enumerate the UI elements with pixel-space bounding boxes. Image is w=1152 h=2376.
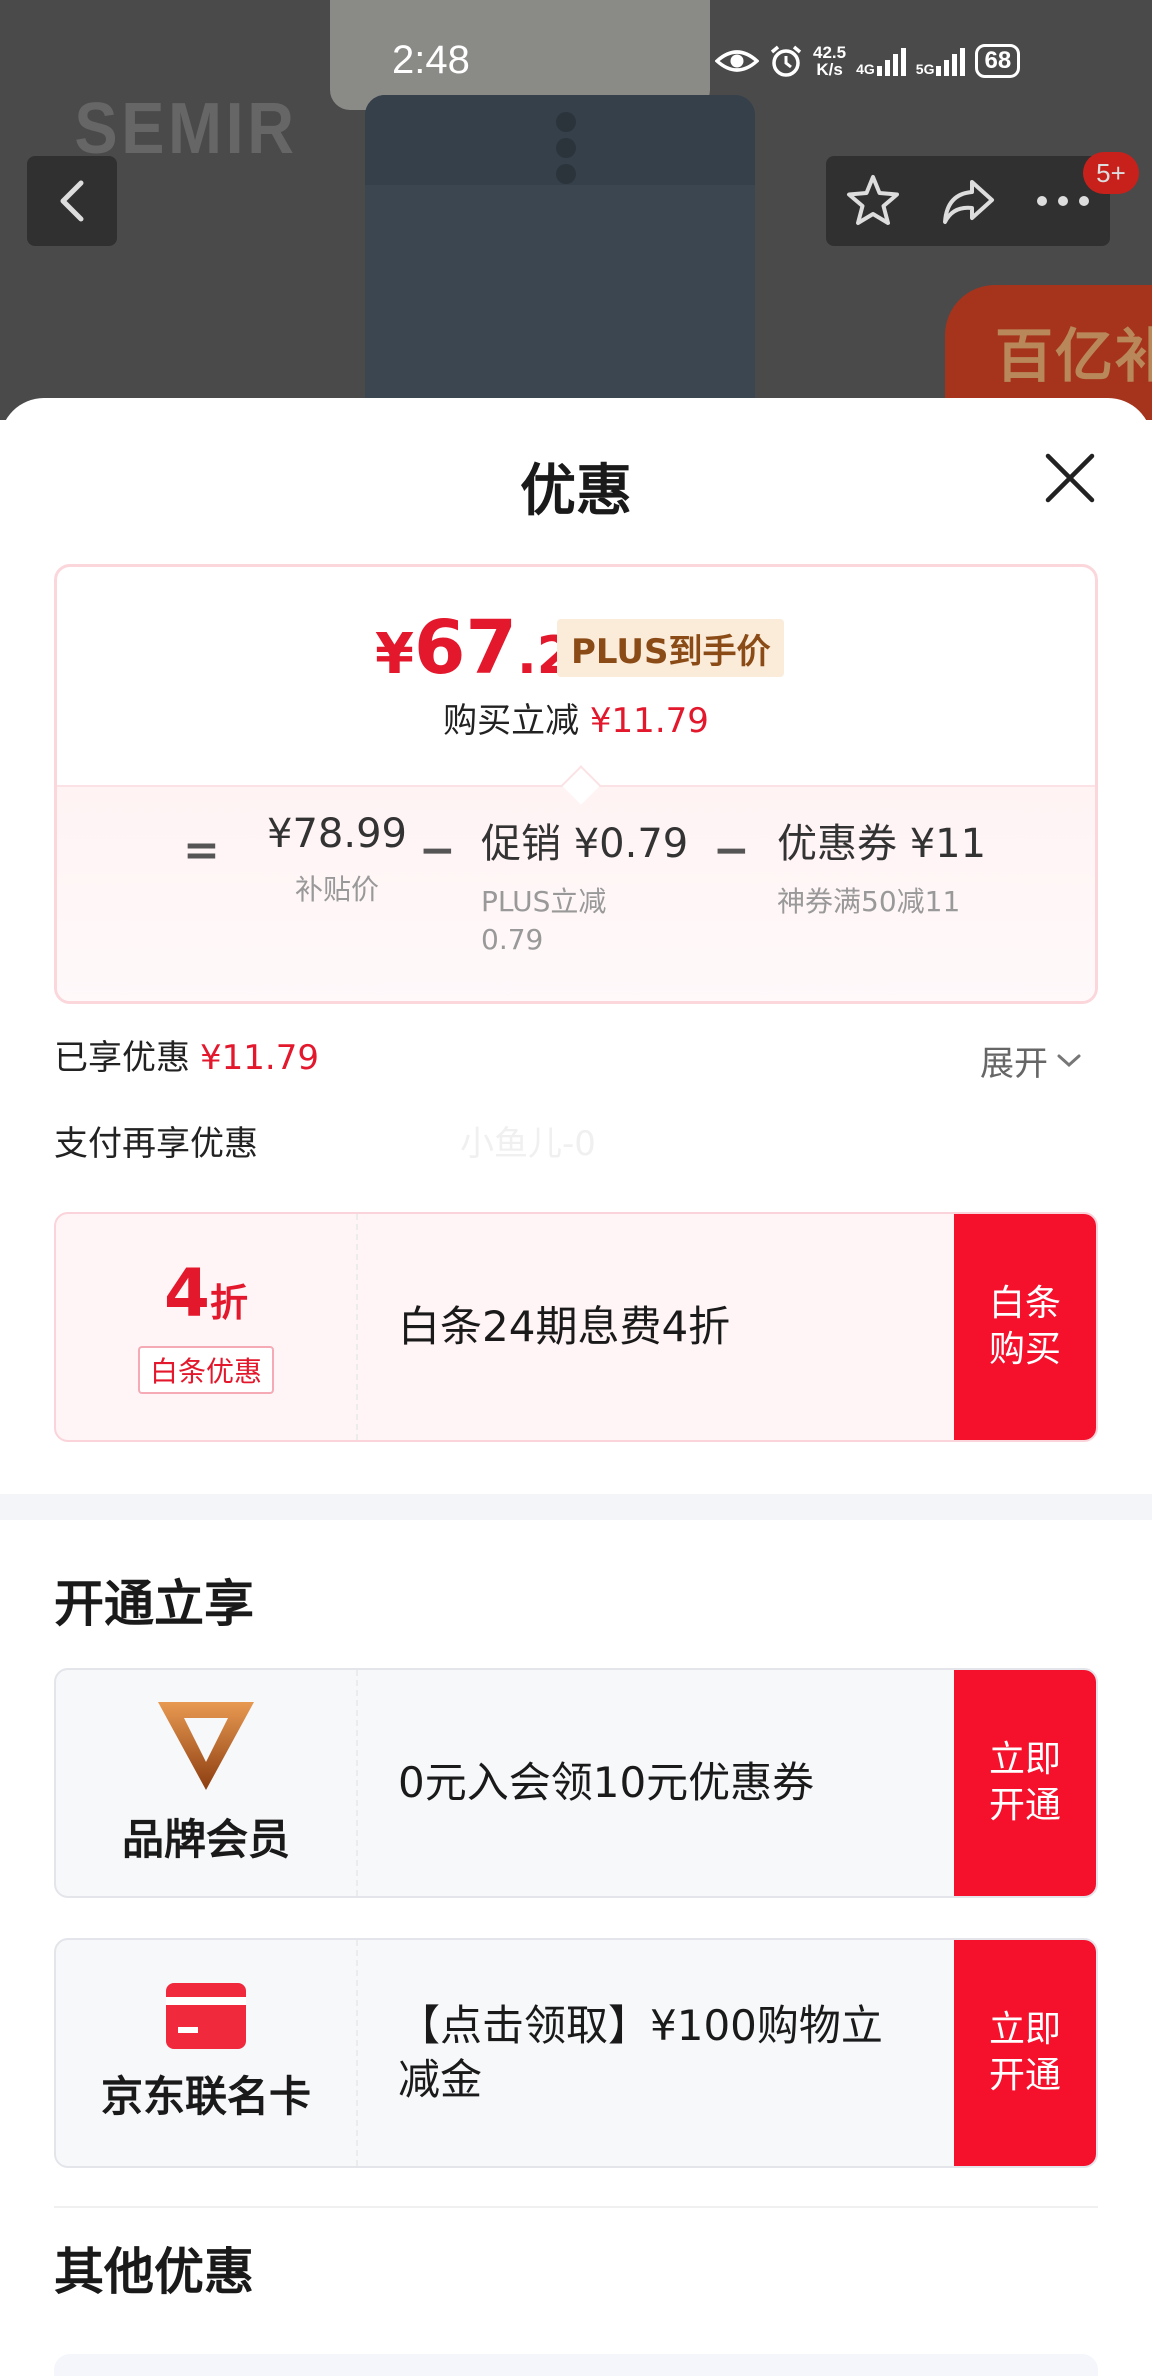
top-action-group xyxy=(826,156,1110,246)
jd-card-badge: 京东联名卡 xyxy=(56,1940,358,2166)
discount-sheet: 优惠 ¥67.2 PLUS到手价 购买立减 ¥11.79 = ¥78.99 补贴… xyxy=(0,398,1152,2376)
brand-member-name: 品牌会员 xyxy=(121,1814,290,1864)
net-speed: 42.5 K/s xyxy=(813,43,847,79)
jd-card-open-button[interactable]: 立即开通 xyxy=(954,1940,1096,2166)
jd-card-name: 京东联名卡 xyxy=(100,2071,311,2121)
sheet-title: 优惠 xyxy=(520,459,632,524)
jeans-button xyxy=(556,112,576,132)
base-price: ¥78.99 补贴价 xyxy=(267,811,407,906)
jeans-button xyxy=(556,138,576,158)
equals-sign: = xyxy=(183,825,220,876)
signal-5g: 5G xyxy=(916,46,966,76)
other-section-title: 其他优惠 xyxy=(54,2243,254,2301)
enjoyed-discount: 已享优惠 ¥11.79 xyxy=(54,1038,319,1078)
brand-member-badge: 品牌会员 xyxy=(56,1670,358,1896)
coupon-discount: 优惠券 ¥11 神券满50减11 xyxy=(777,821,987,918)
open-section-title: 开通立享 xyxy=(54,1575,254,1633)
price-summary-card: ¥67.2 PLUS到手价 购买立减 ¥11.79 = ¥78.99 补贴价 −… xyxy=(54,564,1098,1004)
status-time: 2:48 xyxy=(392,38,470,82)
brand-member-open-button[interactable]: 立即开通 xyxy=(954,1670,1096,1896)
chevron-down-icon xyxy=(1057,1054,1081,1067)
status-icons: 42.5 K/s 4G 5G 68 xyxy=(715,43,1021,79)
minus-sign: − xyxy=(419,825,456,876)
jd-card-offer-card: 京东联名卡 【点击领取】¥100购物立减金 立即开通 xyxy=(54,1938,1098,2168)
jeans-button xyxy=(556,164,576,184)
product-photo-top xyxy=(330,0,710,110)
final-price: ¥67.2 xyxy=(375,605,573,691)
share-icon[interactable] xyxy=(939,172,997,230)
baitiao-description: 白条24期息费4折 xyxy=(398,1302,731,1351)
baitiao-offer-card: 4折 白条优惠 白条24期息费4折 白条购买 xyxy=(54,1212,1098,1442)
section-divider xyxy=(0,1494,1152,1520)
credit-card-icon xyxy=(166,1982,246,2049)
plus-price-tag: PLUS到手价 xyxy=(557,619,785,677)
section-separator xyxy=(54,2206,1098,2208)
more-icon[interactable] xyxy=(1034,191,1092,211)
brand-member-description: 0元入会领10元优惠券 xyxy=(398,1758,815,1807)
signal-4g: 4G xyxy=(856,46,906,76)
notification-badge: 5+ xyxy=(1083,152,1139,194)
eye-icon xyxy=(715,50,759,72)
close-icon[interactable] xyxy=(1040,448,1100,508)
expand-button[interactable]: 展开 xyxy=(980,1036,1082,1085)
other-offer-card-peek xyxy=(54,2354,1098,2376)
promo-discount: 促销 ¥0.79 PLUS立减0.79 xyxy=(481,821,689,956)
instant-discount-line: 购买立减 ¥11.79 xyxy=(443,701,709,741)
chevron-left-icon xyxy=(60,180,84,222)
jd-card-description: 【点击领取】¥100购物立减金 xyxy=(398,2001,883,2104)
star-icon[interactable] xyxy=(844,172,902,230)
alarm-icon xyxy=(770,45,802,77)
battery-indicator: 68 xyxy=(975,44,1021,78)
back-button[interactable] xyxy=(27,156,117,246)
brand-v-icon xyxy=(158,1701,254,1790)
minus-sign: − xyxy=(713,825,750,876)
baitiao-buy-button[interactable]: 白条购买 xyxy=(954,1214,1096,1440)
baitiao-discount-badge: 4折 白条优惠 xyxy=(56,1214,358,1440)
baitiao-tag: 白条优惠 xyxy=(137,1345,274,1394)
watermark: 小鱼儿-0 xyxy=(460,1124,596,1164)
brand-member-offer-card: 品牌会员 0元入会领10元优惠券 立即开通 xyxy=(54,1668,1098,1898)
pay-more-label: 支付再享优惠 xyxy=(54,1124,258,1164)
